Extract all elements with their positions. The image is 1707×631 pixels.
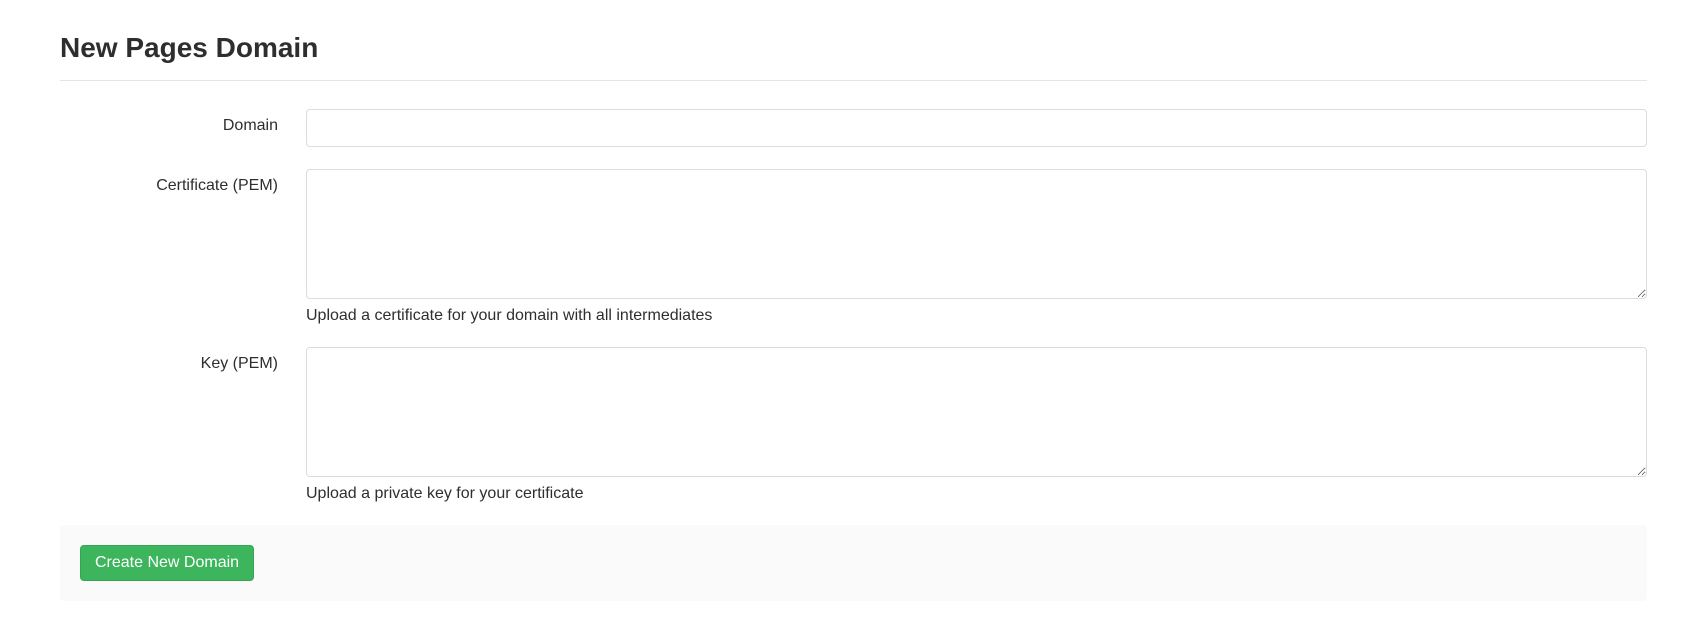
form-footer: Create New Domain [60, 525, 1647, 601]
certificate-help-text: Upload a certificate for your domain wit… [306, 307, 1647, 325]
certificate-control-wrap: Upload a certificate for your domain wit… [306, 169, 1647, 325]
form-row-domain: Domain [60, 109, 1647, 147]
form-row-certificate: Certificate (PEM) Upload a certificate f… [60, 169, 1647, 325]
key-textarea[interactable] [306, 347, 1647, 477]
form-row-key: Key (PEM) Upload a private key for your … [60, 347, 1647, 503]
domain-input[interactable] [306, 109, 1647, 147]
certificate-textarea[interactable] [306, 169, 1647, 299]
page-title: New Pages Domain [60, 32, 1647, 64]
domain-label: Domain [60, 109, 306, 135]
key-label: Key (PEM) [60, 347, 306, 373]
domain-control-wrap [306, 109, 1647, 147]
certificate-label: Certificate (PEM) [60, 169, 306, 195]
key-help-text: Upload a private key for your certificat… [306, 485, 1647, 503]
key-control-wrap: Upload a private key for your certificat… [306, 347, 1647, 503]
create-new-domain-button[interactable]: Create New Domain [80, 545, 254, 581]
divider [60, 80, 1647, 81]
